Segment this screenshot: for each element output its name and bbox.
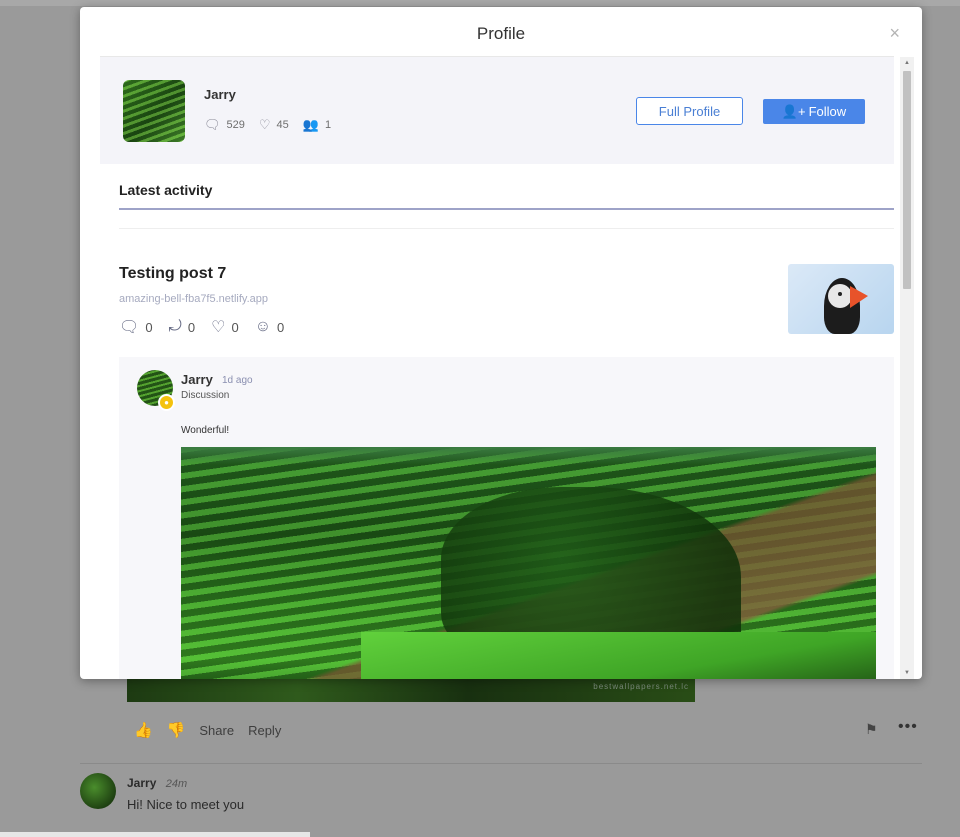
badge-icon: ● [158, 394, 175, 411]
thumbs-down-icon[interactable]: 👎 [167, 721, 186, 739]
stat-followers-value: 1 [324, 119, 332, 131]
post-title[interactable]: Testing post 7 [119, 265, 226, 283]
reply-link[interactable]: Reply [248, 723, 281, 738]
reply-time: 24m [165, 778, 188, 790]
scrollbar-thumb[interactable] [903, 71, 911, 289]
modal-scroll-area[interactable]: Jarry 🗨 529 ♡ 45 👥 1 Full Profile 👤+ Fol [100, 57, 914, 679]
share-icon: ⤾ [168, 318, 182, 335]
scroll-down-icon[interactable]: ▼ [904, 670, 910, 676]
stat-followers: 👥 1 [303, 117, 331, 133]
background-comment-actions: 👍 👎 Share Reply [134, 721, 281, 739]
modal-title: Profile [476, 24, 526, 43]
scroll-up-icon[interactable]: ▲ [904, 60, 910, 66]
post-likes[interactable]: ♡ 0 [211, 317, 239, 337]
comment-category[interactable]: Discussion [181, 390, 229, 401]
reply-author: Jarry 24m [127, 776, 187, 790]
profile-name: Jarry [204, 87, 236, 102]
heart-icon: ♡ [211, 319, 226, 336]
stat-comments-value: 529 [226, 119, 245, 131]
more-icon[interactable]: ••• [898, 718, 918, 736]
background-topbar [0, 0, 960, 6]
background-image-strip: bestwallpapers.net.lc [127, 679, 695, 702]
full-profile-button[interactable]: Full Profile [636, 97, 743, 125]
reply-text: Hi! Nice to meet you [127, 797, 245, 812]
smile-icon: ☺ [254, 318, 272, 335]
comment-image[interactable] [181, 447, 876, 679]
post-likes-count: 0 [231, 319, 239, 335]
puffin-shape [828, 284, 852, 308]
profile-avatar[interactable] [123, 80, 185, 142]
thumbs-up-icon[interactable]: 👍 [134, 721, 153, 739]
post-comments[interactable]: 🗨 0 [119, 317, 153, 337]
share-link[interactable]: Share [199, 723, 234, 738]
post-link[interactable]: amazing-bell-fba7f5.netlify.app [119, 293, 268, 305]
divider [80, 763, 922, 764]
follow-button-label: Follow [808, 104, 847, 119]
stat-likes: ♡ 45 [259, 117, 289, 133]
image-shade [181, 447, 876, 465]
add-user-icon: 👤+ [781, 103, 806, 119]
users-icon: 👥 [302, 117, 319, 132]
post-shares[interactable]: ⤾ 0 [169, 318, 196, 336]
stat-comments: 🗨 529 [204, 117, 245, 133]
puffin-shape [838, 292, 842, 296]
avatar[interactable] [80, 773, 116, 809]
stat-likes-value: 45 [276, 119, 289, 131]
section-title: Latest activity [119, 182, 213, 198]
comment-text: Wonderful! [181, 425, 230, 436]
profile-card: Jarry 🗨 529 ♡ 45 👥 1 Full Profile 👤+ Fol [100, 57, 894, 164]
divider [119, 228, 894, 229]
profile-modal: Profile × Jarry 🗨 529 ♡ 45 👥 1 Full Prof… [80, 7, 922, 679]
flag-icon[interactable]: ⚑ [865, 721, 878, 738]
comment-author[interactable]: Jarry [181, 372, 213, 387]
image-watermark: bestwallpapers.net.lc [593, 682, 689, 691]
post-shares-count: 0 [187, 319, 196, 335]
puffin-shape [850, 286, 868, 308]
reply-author-name: Jarry [127, 776, 157, 790]
modal-header: Profile × [80, 7, 922, 57]
post-reactions-count: 0 [277, 319, 285, 335]
post-comments-count: 0 [145, 319, 153, 335]
section-underline [119, 208, 894, 210]
comment-time: 1d ago [222, 375, 253, 386]
heart-icon: ♡ [258, 117, 271, 132]
comment-icon: 🗨 [119, 319, 140, 336]
profile-stats: 🗨 529 ♡ 45 👥 1 [204, 117, 331, 133]
post-actions: 🗨 0 ⤾ 0 ♡ 0 ☺ 0 [119, 317, 284, 337]
post-reactions[interactable]: ☺ 0 [255, 318, 285, 336]
close-icon[interactable]: × [889, 24, 900, 42]
post-thumbnail[interactable] [788, 264, 894, 334]
bottom-bar [0, 832, 310, 837]
follow-button[interactable]: 👤+ Follow [763, 99, 865, 124]
scrollbar[interactable]: ▲ ▼ [900, 57, 914, 679]
comment-icon: 🗨 [204, 117, 221, 132]
image-field [361, 632, 876, 679]
comment-card: ● Jarry 1d ago Discussion Wonderful! [119, 357, 894, 679]
